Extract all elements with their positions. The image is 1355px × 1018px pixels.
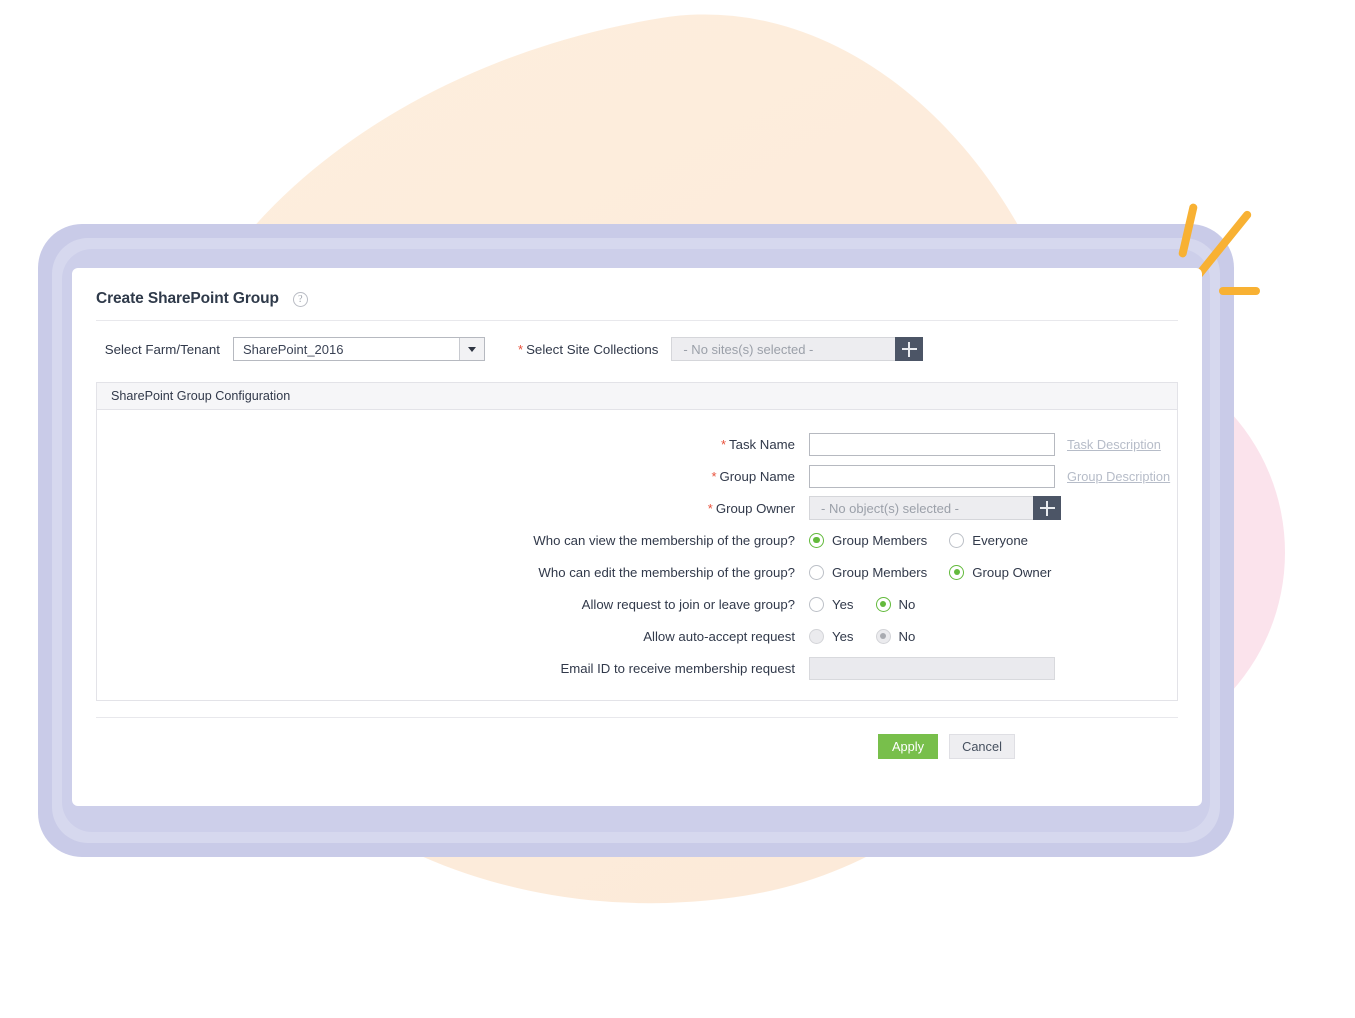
view-membership-radio-group: Group Members Everyone	[809, 532, 1050, 548]
plus-icon-group-owner[interactable]	[1033, 496, 1061, 520]
chevron-down-icon[interactable]	[459, 338, 484, 360]
task-name-input[interactable]	[809, 432, 1055, 456]
footer-actions: Apply Cancel	[72, 718, 1202, 759]
create-sharepoint-group-card: Create SharePoint Group ? Select Farm/Te…	[72, 268, 1202, 806]
apply-button[interactable]: Apply	[878, 734, 938, 759]
panel-body: * Task Name Task Description * Group Name …	[97, 410, 1177, 700]
radio-label: Yes	[832, 628, 854, 644]
radio-view-everyone[interactable]: Everyone	[949, 532, 1028, 548]
email-id-label: Email ID to receive membership request	[560, 660, 795, 676]
group-name-label: * Group Name	[711, 468, 795, 484]
radio-auto-accept-no: No	[875, 628, 916, 644]
field-row-allow-request: Allow request to join or leave group? Ye…	[97, 588, 1177, 620]
site-collections-picker[interactable]: - No sites(s) selected -	[671, 337, 924, 361]
allow-request-radio-group: Yes No	[809, 596, 937, 612]
plus-icon-site-collections[interactable]	[895, 337, 924, 361]
allow-request-label: Allow request to join or leave group?	[581, 596, 795, 612]
required-asterisk: *	[707, 500, 713, 516]
field-row-edit-membership: Who can edit the membership of the group…	[97, 556, 1177, 588]
radio-indicator	[949, 564, 965, 580]
field-row-view-membership: Who can view the membership of the group…	[97, 524, 1177, 556]
radio-indicator	[809, 596, 824, 612]
card-header: Create SharePoint Group ?	[72, 268, 1202, 308]
radio-edit-group-owner[interactable]: Group Owner	[949, 564, 1052, 580]
view-membership-label: Who can view the membership of the group…	[533, 532, 795, 548]
field-row-group-name: * Group Name Group Description	[97, 460, 1177, 492]
radio-indicator	[949, 532, 965, 548]
edit-membership-radio-group: Group Members Group Owner	[809, 564, 1073, 580]
field-row-email-id: Email ID to receive membership request	[97, 652, 1177, 684]
question-circle-icon[interactable]: ?	[292, 291, 308, 307]
group-description-link[interactable]: Group Description	[1067, 469, 1170, 484]
farm-tenant-value: SharePoint_2016	[243, 341, 344, 357]
radio-allow-request-yes[interactable]: Yes	[809, 596, 854, 612]
sharepoint-group-configuration-panel: SharePoint Group Configuration * Task Nam…	[96, 382, 1178, 701]
farm-and-sites-row: Select Farm/Tenant SharePoint_2016 * Sele…	[72, 321, 1202, 361]
page-title: Create SharePoint Group	[96, 290, 279, 307]
email-id-input	[809, 656, 1055, 680]
screenshot-root: Create SharePoint Group ? Select Farm/Te…	[0, 0, 1355, 1018]
task-description-link[interactable]: Task Description	[1067, 437, 1161, 452]
radio-allow-request-no[interactable]: No	[875, 596, 916, 612]
cancel-button[interactable]: Cancel	[949, 734, 1015, 759]
radio-view-group-members[interactable]: Group Members	[809, 532, 928, 548]
group-name-input[interactable]	[809, 464, 1055, 488]
radio-auto-accept-yes: Yes	[809, 628, 854, 644]
radio-indicator	[809, 628, 824, 644]
farm-tenant-select[interactable]: SharePoint_2016	[233, 337, 485, 361]
required-asterisk: *	[720, 436, 727, 452]
radio-label: No	[898, 596, 916, 612]
radio-label: Group Owner	[972, 564, 1052, 580]
task-name-label: * Task Name	[720, 436, 795, 452]
radio-indicator	[809, 564, 824, 580]
panel-header: SharePoint Group Configuration	[97, 383, 1177, 410]
auto-accept-radio-group: Yes No	[809, 628, 937, 644]
radio-indicator	[875, 628, 891, 644]
auto-accept-label: Allow auto-accept request	[643, 628, 795, 644]
radio-indicator	[809, 532, 824, 548]
site-collections-label: * Select Site Collections	[518, 341, 659, 357]
radio-label: No	[898, 628, 916, 644]
field-row-task-name: * Task Name Task Description	[97, 428, 1177, 460]
site-collections-value: - No sites(s) selected -	[671, 337, 896, 361]
farm-label: Select Farm/Tenant	[104, 341, 220, 357]
radio-label: Group Members	[832, 532, 928, 548]
radio-indicator	[875, 596, 891, 612]
radio-label: Yes	[832, 596, 854, 612]
spark-dash-icon-right	[1219, 287, 1260, 295]
radio-label: Group Members	[832, 564, 928, 580]
required-asterisk: *	[711, 468, 717, 484]
field-row-auto-accept: Allow auto-accept request Yes No	[97, 620, 1177, 652]
field-row-group-owner: * Group Owner - No object(s) selected -	[97, 492, 1177, 524]
edit-membership-label: Who can edit the membership of the group…	[538, 564, 795, 580]
group-owner-label: * Group Owner	[707, 500, 795, 516]
radio-edit-group-members[interactable]: Group Members	[809, 564, 928, 580]
group-owner-value: - No object(s) selected -	[809, 496, 1033, 520]
group-owner-picker[interactable]: - No object(s) selected -	[809, 496, 1061, 520]
radio-label: Everyone	[972, 532, 1028, 548]
required-asterisk: *	[518, 341, 524, 357]
